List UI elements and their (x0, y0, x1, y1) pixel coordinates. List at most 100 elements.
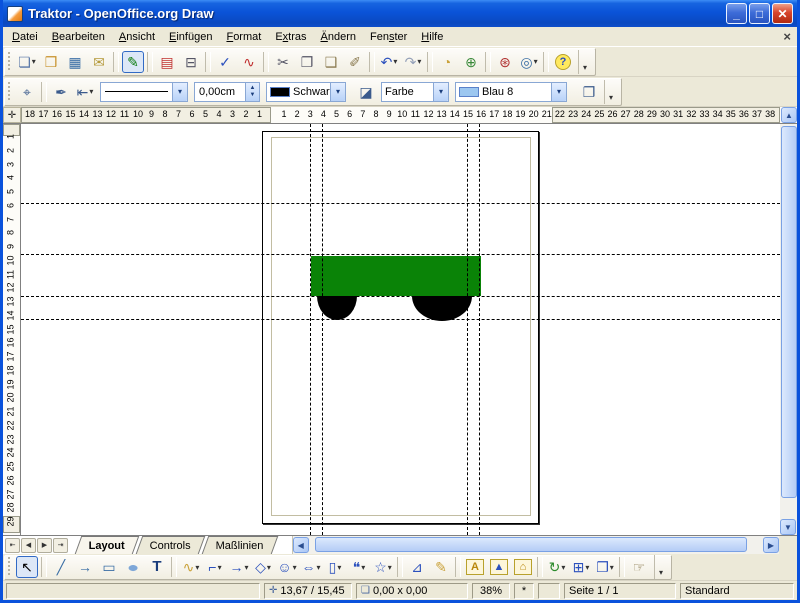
fill-type-select[interactable]: Farbe ▾ (381, 82, 449, 102)
arrow-tool[interactable]: → (74, 556, 96, 578)
spellcheck-button[interactable]: ✓ (214, 51, 236, 73)
snap-guide-vertical[interactable] (310, 124, 311, 535)
maximize-button[interactable]: □ (749, 3, 770, 24)
vertical-scrollbar-thumb[interactable] (781, 126, 797, 498)
menu-extras[interactable]: Extras (268, 29, 313, 45)
glue-points-tool[interactable]: ✎ (430, 556, 452, 578)
new-button[interactable]: ❏▾ (16, 51, 38, 73)
toolbar-overflow-button[interactable]: ▾ (578, 50, 591, 74)
toolbar-overflow-button[interactable]: ▾ (604, 80, 617, 104)
fill-color-select[interactable]: Blau 8 ▾ (455, 82, 567, 102)
text-tool[interactable]: T (146, 556, 168, 578)
status-page[interactable]: Seite 1 / 1 (564, 583, 676, 599)
navigator-button[interactable]: ⊛ (494, 51, 516, 73)
rotate-button[interactable]: ↻▾ (546, 556, 568, 578)
snap-guide-vertical[interactable] (479, 124, 480, 535)
insert-picture-button[interactable]: ▲ (488, 556, 510, 578)
horizontal-scrollbar-thumb[interactable] (315, 537, 747, 552)
scroll-right-button[interactable]: ▶ (763, 537, 779, 553)
menu-ansicht[interactable]: Ansicht (112, 29, 162, 45)
undo-button[interactable]: ↶▾ (378, 51, 400, 73)
scroll-down-button[interactable]: ▼ (780, 519, 796, 535)
copy-button[interactable]: ❐ (296, 51, 318, 73)
curve-tool[interactable]: ∿▾ (180, 556, 202, 578)
line-style-button[interactable]: ✒ (50, 81, 72, 103)
autospellcheck-button[interactable]: ∿ (238, 51, 260, 73)
snap-guide-vertical[interactable] (467, 124, 468, 535)
symbol-shapes-tool[interactable]: ☺▾ (276, 556, 298, 578)
close-button[interactable]: ✕ (772, 3, 793, 24)
shape-trailer-body[interactable] (311, 256, 481, 296)
arrowheads-button[interactable]: ⇤▾ (74, 81, 96, 103)
connector-tool[interactable]: ⌐▾ (204, 556, 226, 578)
save-button[interactable]: ▦ (64, 51, 86, 73)
menu-bearbeiten[interactable]: Bearbeiten (45, 29, 112, 45)
menu-einfuegen[interactable]: Einfügen (162, 29, 219, 45)
select-tool[interactable]: ↖ (16, 556, 38, 578)
shadow-button[interactable]: ❐ (578, 81, 600, 103)
v-ruler[interactable]: 1234567891011121314151617181920212223242… (3, 124, 21, 535)
format-paintbrush-button[interactable]: ✐ (344, 51, 366, 73)
scroll-up-button[interactable]: ▲ (781, 107, 797, 123)
alignment-button[interactable]: ⊞▾ (570, 556, 592, 578)
menu-aendern[interactable]: Ändern (314, 29, 363, 45)
hyperlink-globe-button[interactable]: ⊕ (460, 51, 482, 73)
arrange-button[interactable]: ❐▾ (594, 556, 616, 578)
interaction-button[interactable]: ☞ (628, 556, 650, 578)
menu-format[interactable]: Format (219, 29, 268, 45)
edit-points-tool[interactable]: ⊿ (406, 556, 428, 578)
toolbar-overflow-button[interactable]: ▾ (654, 555, 667, 579)
menu-datei[interactable]: Datei (5, 29, 45, 45)
callouts-tool[interactable]: ❝▾ (348, 556, 370, 578)
snap-guide-horizontal[interactable] (21, 296, 780, 297)
document-close-button[interactable]: × (783, 29, 791, 44)
fill-button[interactable]: ◪ (355, 81, 377, 103)
minimize-button[interactable]: _ (726, 3, 747, 24)
layer-prev-button[interactable]: ◀ (21, 538, 36, 553)
snap-guide-horizontal[interactable] (21, 319, 780, 320)
edit-points-button[interactable]: ⌖ (16, 81, 38, 103)
paste-button[interactable]: ❑ (320, 51, 342, 73)
rectangle-tool[interactable]: ▭ (98, 556, 120, 578)
zoom-button[interactable]: ◎▾ (518, 51, 540, 73)
snap-guide-horizontal[interactable] (21, 254, 780, 255)
line-color-select[interactable]: Schwarz ▾ (266, 82, 346, 102)
gallery-button[interactable]: ⌂ (512, 556, 534, 578)
tab-masslinien[interactable]: Maßlinien (202, 536, 278, 554)
toolbar-grip[interactable] (7, 557, 12, 577)
help-button[interactable]: ? (552, 51, 574, 73)
export-pdf-button[interactable]: ▤ (156, 51, 178, 73)
toolbar-grip[interactable] (7, 82, 12, 102)
line-style-select[interactable]: ▾ (100, 82, 188, 102)
email-button[interactable]: ✉ (88, 51, 110, 73)
fontwork-button[interactable]: A (464, 556, 486, 578)
layer-first-button[interactable]: ⇤ (5, 538, 20, 553)
flowchart-tool[interactable]: ▯▾ (324, 556, 346, 578)
basic-shapes-tool[interactable]: ◇▾ (252, 556, 274, 578)
lines-arrows-tool[interactable]: →▾ (228, 556, 250, 578)
menu-hilfe[interactable]: Hilfe (414, 29, 450, 45)
toolbar-grip[interactable] (7, 52, 12, 72)
layer-next-button[interactable]: ▶ (37, 538, 52, 553)
redo-button[interactable]: ↷▾ (402, 51, 424, 73)
open-button[interactable]: ❒ (40, 51, 62, 73)
line-width-spinner[interactable]: 0,00cm ▲▼ (194, 82, 260, 102)
layer-last-button[interactable]: ⇥ (53, 538, 68, 553)
status-zoom[interactable]: 38% (472, 583, 510, 599)
snap-guide-horizontal[interactable] (21, 203, 780, 204)
horizontal-scrollbar[interactable]: ◀ ▶ (292, 536, 779, 554)
print-button[interactable]: ⊟ (180, 51, 202, 73)
menu-fenster[interactable]: Fenster (363, 29, 414, 45)
tab-layout[interactable]: Layout (75, 536, 140, 554)
tab-controls[interactable]: Controls (136, 536, 206, 554)
ruler-origin-button[interactable]: ✛ (3, 107, 21, 123)
line-tool[interactable]: ╱ (50, 556, 72, 578)
h-ruler[interactable]: 1817161514131211109876543211234567891011… (21, 107, 781, 123)
block-arrows-tool[interactable]: ⇔▾ (300, 556, 322, 578)
spinner-arrows-icon[interactable]: ▲▼ (245, 83, 259, 101)
vertical-scrollbar[interactable]: ▼ (780, 124, 797, 535)
insert-chart-button[interactable]: ◔ (436, 51, 458, 73)
cut-button[interactable]: ✂ (272, 51, 294, 73)
ellipse-tool[interactable]: ● (122, 556, 144, 578)
canvas[interactable] (21, 124, 780, 535)
